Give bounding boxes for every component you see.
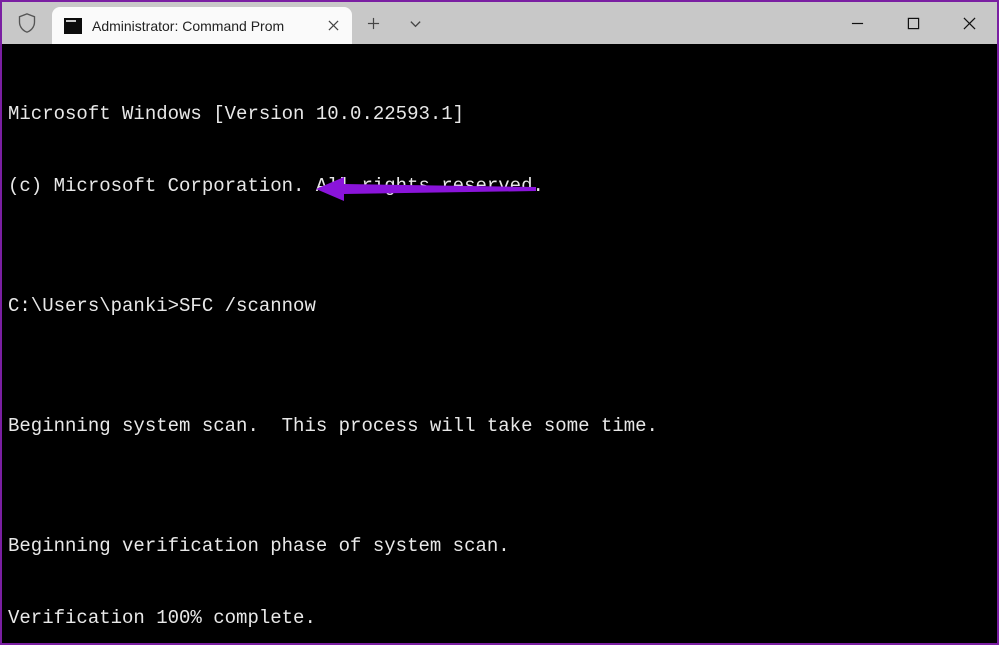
terminal-line: Beginning system scan. This process will… <box>8 414 991 438</box>
shield-icon-wrap <box>2 2 52 44</box>
terminal-line: Beginning verification phase of system s… <box>8 534 991 558</box>
new-tab-button[interactable] <box>352 2 394 44</box>
tab-active[interactable]: Administrator: Command Prom <box>52 7 352 44</box>
close-window-button[interactable] <box>941 2 997 44</box>
cmd-icon <box>64 18 82 34</box>
titlebar[interactable]: Administrator: Command Prom <box>2 2 997 44</box>
terminal-line: (c) Microsoft Corporation. All rights re… <box>8 174 991 198</box>
titlebar-drag-region[interactable] <box>436 2 829 44</box>
tab-dropdown-button[interactable] <box>394 2 436 44</box>
terminal-viewport[interactable]: Microsoft Windows [Version 10.0.22593.1]… <box>2 44 997 643</box>
minimize-button[interactable] <box>829 2 885 44</box>
terminal-window: Administrator: Command Prom <box>2 2 997 643</box>
terminal-line: Microsoft Windows [Version 10.0.22593.1] <box>8 102 991 126</box>
terminal-line: C:\Users\panki>SFC /scannow <box>8 294 991 318</box>
close-tab-button[interactable] <box>324 17 342 35</box>
tab-title: Administrator: Command Prom <box>92 18 314 34</box>
terminal-line: Verification 100% complete. <box>8 606 991 630</box>
shield-icon <box>17 12 37 34</box>
maximize-button[interactable] <box>885 2 941 44</box>
